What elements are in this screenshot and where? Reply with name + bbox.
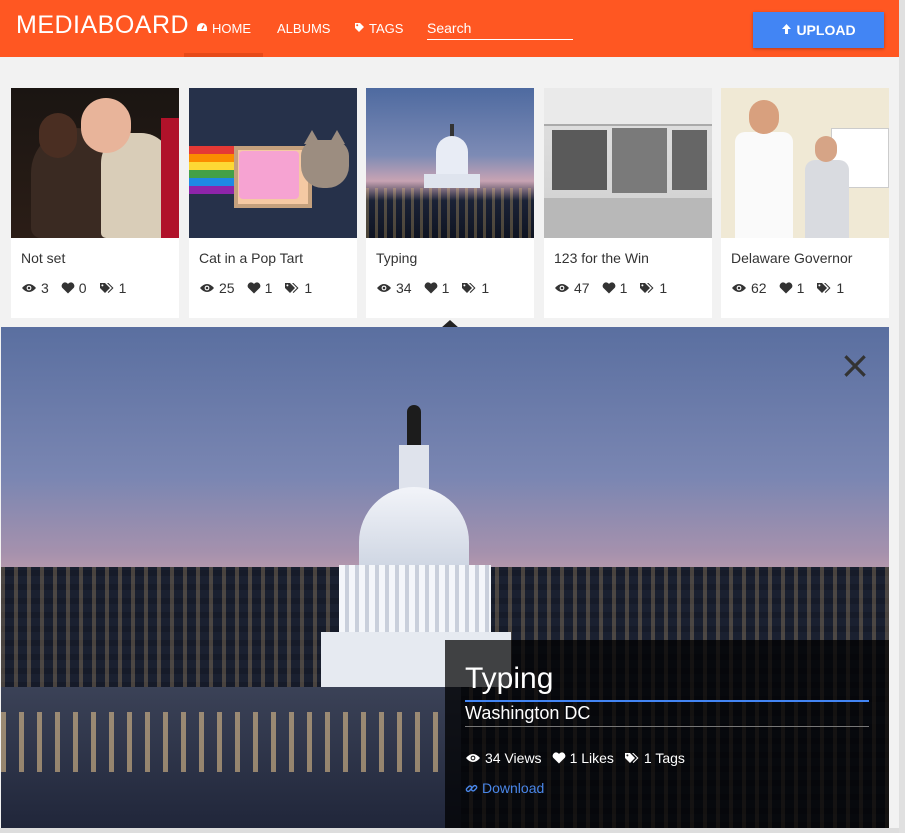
media-card[interactable]: Not set 3 0 1 bbox=[11, 88, 179, 318]
tag-count: 1 bbox=[304, 280, 313, 296]
media-thumbnail[interactable] bbox=[366, 88, 534, 238]
tags-icon bbox=[624, 753, 639, 763]
media-card-title[interactable]: Not set bbox=[21, 250, 65, 266]
nav-albums-label: ALBUMS bbox=[277, 21, 331, 36]
tag-count: 1 bbox=[659, 280, 668, 296]
heart-icon bbox=[247, 282, 260, 294]
brand-logo[interactable]: MEDIABOARD bbox=[16, 11, 189, 40]
view-count: 62 bbox=[751, 280, 767, 296]
upload-button-label: UPLOAD bbox=[796, 22, 856, 38]
view-count: 34 bbox=[396, 280, 412, 296]
media-thumbnail[interactable] bbox=[189, 88, 357, 238]
media-card-stats: 34 1 1 bbox=[376, 280, 501, 296]
close-preview-button[interactable]: × bbox=[838, 346, 872, 384]
view-count: 47 bbox=[574, 280, 590, 296]
media-thumbnail[interactable] bbox=[11, 88, 179, 238]
navbar: MEDIABOARD HOME ALBUMS TAGS UPLOAD bbox=[0, 0, 899, 57]
nav-home-label: HOME bbox=[212, 21, 251, 36]
media-card-stats: 62 1 1 bbox=[731, 280, 856, 296]
tags-icon bbox=[99, 283, 114, 293]
preview-like-count: 1 Likes bbox=[569, 750, 614, 766]
media-card-title[interactable]: Cat in a Pop Tart bbox=[199, 250, 303, 266]
media-card[interactable]: Cat in a Pop Tart 25 1 1 bbox=[189, 88, 357, 318]
nav-tags[interactable]: TAGS bbox=[354, 0, 403, 57]
upload-button[interactable]: UPLOAD bbox=[753, 12, 884, 48]
eye-icon bbox=[466, 754, 480, 762]
eye-icon bbox=[555, 284, 569, 292]
eye-icon bbox=[377, 284, 391, 292]
heart-icon bbox=[61, 282, 75, 294]
like-count: 1 bbox=[441, 280, 450, 296]
preview-tag-count: 1 Tags bbox=[643, 750, 685, 766]
link-icon bbox=[465, 784, 478, 792]
title-underline bbox=[465, 700, 869, 702]
tag-count: 1 bbox=[836, 280, 845, 296]
media-card-stats: 25 1 1 bbox=[199, 280, 324, 296]
tag-count: 1 bbox=[118, 280, 127, 296]
heart-icon bbox=[602, 282, 615, 294]
media-card[interactable]: Delaware Governor 62 1 1 bbox=[721, 88, 889, 318]
media-card-stats: 47 1 1 bbox=[554, 280, 679, 296]
media-thumbnail[interactable] bbox=[544, 88, 712, 238]
tags-icon bbox=[285, 283, 299, 293]
media-card-title[interactable]: 123 for the Win bbox=[554, 250, 649, 266]
horizontal-scrollbar[interactable] bbox=[0, 828, 899, 833]
search-input[interactable] bbox=[427, 16, 573, 40]
preview-title[interactable]: Typing bbox=[465, 662, 553, 696]
tags-icon bbox=[640, 283, 654, 293]
arrow-up-icon bbox=[781, 22, 792, 39]
subtitle-underline bbox=[465, 726, 869, 727]
like-count: 1 bbox=[796, 280, 805, 296]
tag-count: 1 bbox=[481, 280, 490, 296]
tag-icon bbox=[354, 22, 365, 36]
heart-icon bbox=[552, 752, 565, 764]
eye-icon bbox=[732, 284, 746, 292]
preview-info-panel: Typing Washington DC 34 Views 1 Likes 1 … bbox=[445, 640, 889, 828]
like-count: 0 bbox=[78, 280, 87, 296]
media-card[interactable]: 123 for the Win 47 1 1 bbox=[544, 88, 712, 318]
media-card-stats: 3 0 1 bbox=[21, 280, 138, 296]
view-count: 25 bbox=[219, 280, 235, 296]
media-card[interactable]: Typing 34 1 1 bbox=[366, 88, 534, 318]
nav-tags-label: TAGS bbox=[369, 21, 404, 36]
tags-icon bbox=[462, 283, 476, 293]
media-thumbnail[interactable] bbox=[721, 88, 889, 238]
media-card-title[interactable]: Typing bbox=[376, 250, 417, 266]
tags-icon bbox=[817, 283, 831, 293]
nav-albums[interactable]: ALBUMS bbox=[277, 0, 330, 57]
eye-icon bbox=[200, 284, 214, 292]
dashboard-icon bbox=[196, 22, 208, 35]
like-count: 1 bbox=[619, 280, 628, 296]
heart-icon bbox=[424, 282, 437, 294]
like-count: 1 bbox=[264, 280, 273, 296]
media-card-title[interactable]: Delaware Governor bbox=[731, 250, 852, 266]
preview-subtitle[interactable]: Washington DC bbox=[465, 703, 590, 724]
download-link-label: Download bbox=[482, 780, 545, 796]
heart-icon bbox=[779, 282, 792, 294]
preview-view-count: 34 Views bbox=[485, 750, 542, 766]
view-count: 3 bbox=[41, 280, 49, 296]
nav-home[interactable]: HOME bbox=[184, 0, 263, 57]
download-link[interactable]: Download bbox=[465, 780, 544, 796]
vertical-scrollbar[interactable] bbox=[899, 0, 905, 833]
preview-stats: 34 Views 1 Likes 1 Tags bbox=[465, 750, 695, 766]
eye-icon bbox=[22, 284, 36, 292]
